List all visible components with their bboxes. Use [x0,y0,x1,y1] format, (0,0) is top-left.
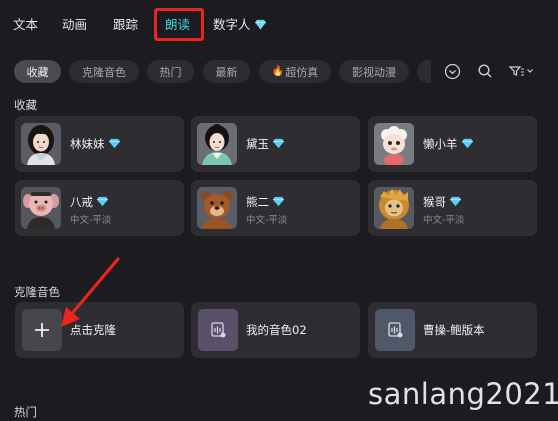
fire-icon: 🔥 [271,66,285,77]
diamond-icon [97,196,108,207]
voice-card-lazy-sheep[interactable]: 懒小羊 [368,116,537,172]
voice-card-daiyu[interactable]: 黛玉 [191,116,360,172]
caocao-bao-version-label: 曹操-鲍版本 [423,323,485,337]
my-voice-02-label: 我的音色02 [246,323,307,337]
xionger-style: 中文-平淡 [246,215,288,226]
lazy-sheep-avatar [374,123,414,165]
tab-tracking[interactable]: 跟踪 [113,14,138,33]
filter-favorites[interactable]: 收藏 [14,60,61,83]
voice-card-xionger[interactable]: 熊二 中文-平淡 [191,180,360,236]
diamond-icon [108,138,120,149]
favorites-section-title: 收藏 [14,98,37,112]
filter-hot[interactable]: 热门 [147,60,194,83]
filter-super-realistic[interactable]: 🔥 超仿真 [259,60,331,83]
lin-meimei-avatar [21,123,61,165]
lin-meimei-name: 林妹妹 [70,136,120,152]
diamond-icon [273,138,284,149]
bajie-name: 八戒 [70,194,108,210]
xionger-name: 熊二 [246,194,284,210]
highlight-annotation-box [154,8,204,41]
clone-section-title: 克隆音色 [14,285,60,299]
voice-file-tile [198,309,238,351]
diamond-icon [450,196,461,207]
filter-sort-icon [508,66,533,76]
xionger-avatar [197,187,237,229]
sort-filter-button[interactable] [508,62,536,80]
houge-avatar [374,187,414,229]
houge-style: 中文-平淡 [423,215,465,226]
search-icon [478,64,492,78]
hot-section-title: 热门 [14,405,37,419]
plus-icon [35,323,49,337]
expand-filters-button[interactable] [443,62,461,80]
my-voice-02-card[interactable]: 我的音色02 [191,302,360,358]
lazy-sheep-name: 懒小羊 [423,136,473,152]
houge-name: 猴哥 [423,194,461,210]
search-button[interactable] [476,62,494,80]
caocao-bao-version-card[interactable]: 曹操-鲍版本 [368,302,537,358]
voice-file-icon [211,322,226,338]
watermark-text: sanlang2021 [368,377,558,411]
diamond-icon [461,138,473,149]
voice-card-houge[interactable]: 猴哥 中文-平淡 [368,180,537,236]
filter-more-partial[interactable] [417,60,431,83]
diamond-icon [254,19,266,30]
voice-file-icon [388,322,403,338]
tab-digital-human[interactable]: 数字人 [213,14,266,33]
voice-card-bajie[interactable]: 八戒 中文-平淡 [15,180,184,236]
filter-super-realistic-label: 超仿真 [285,65,319,79]
daiyu-name: 黛玉 [246,136,284,152]
red-arrow-annotation [61,257,120,327]
tab-text[interactable]: 文本 [13,14,38,33]
bajie-style: 中文-平淡 [70,215,112,226]
top-tab-bar: 文本 动画 跟踪 朗读 数字人 [0,0,558,46]
tab-digital-human-label: 数字人 [213,17,251,32]
filter-latest[interactable]: 最新 [203,60,250,83]
filter-film-anime[interactable]: 影视动漫 [339,60,409,83]
voice-card-lin-meimei[interactable]: 林妹妹 [15,116,184,172]
filter-cloned-voices[interactable]: 克隆音色 [69,60,139,83]
chevron-down-circle-icon [444,63,460,79]
daiyu-avatar [197,123,237,165]
bajie-avatar [21,187,61,229]
tab-animation[interactable]: 动画 [62,14,87,33]
diamond-icon [273,196,284,207]
voice-file-tile [375,309,415,351]
